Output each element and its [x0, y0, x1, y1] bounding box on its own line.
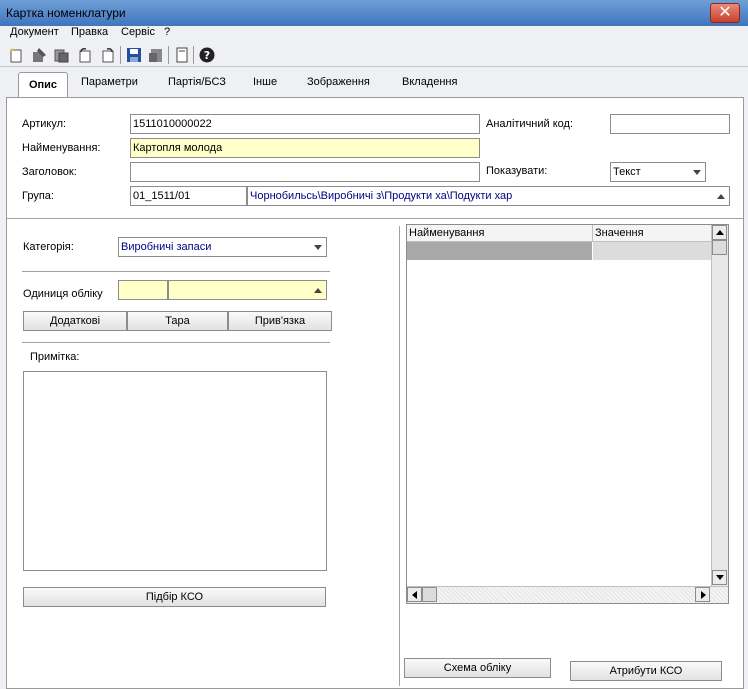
scroll-thumb[interactable] [712, 240, 727, 255]
article-input[interactable]: 1511010000022 [130, 114, 480, 134]
panel-divider [399, 226, 400, 686]
undo-icon[interactable] [75, 45, 95, 65]
chevron-up-icon[interactable] [717, 194, 725, 199]
analytic-code-input[interactable] [610, 114, 730, 134]
edit-icon[interactable] [29, 45, 49, 65]
tab-description[interactable]: Опис [18, 72, 68, 98]
chevron-down-icon[interactable] [693, 170, 701, 175]
note-textarea[interactable] [23, 371, 327, 571]
chevron-down-icon[interactable] [314, 245, 322, 250]
scroll-left-button[interactable] [407, 587, 422, 602]
scroll-right-button[interactable] [695, 587, 710, 602]
note-label: Примітка: [30, 351, 80, 363]
group-label: Група: [22, 190, 54, 202]
copy-icon[interactable] [52, 45, 72, 65]
table-row[interactable] [407, 242, 711, 260]
table-cell[interactable] [593, 242, 711, 260]
category-select[interactable]: Виробничі запаси [118, 237, 327, 257]
divider [22, 342, 330, 343]
menu-document[interactable]: Документ [10, 26, 59, 38]
analytic-code-label: Аналітичний код: [486, 118, 574, 130]
binding-button[interactable]: Прив'язка [228, 311, 332, 331]
divider [22, 271, 330, 272]
arrow-left-icon [412, 591, 417, 599]
menu-help[interactable]: ? [164, 26, 170, 38]
horizontal-scrollbar[interactable] [407, 586, 728, 603]
tab-bar: Опис Параметри Партія/БСЗ Інше Зображенн… [0, 70, 748, 98]
scroll-up-button[interactable] [712, 225, 727, 240]
grid-header: Найменування Значення [407, 225, 711, 242]
article-label: Артикул: [22, 118, 67, 130]
menu-edit[interactable]: Правка [71, 26, 108, 38]
title-bar: Картка номенклатури ✕ [0, 0, 748, 26]
toolbar-separator [168, 46, 169, 64]
column-header-value[interactable]: Значення [595, 227, 644, 239]
name-label: Найменування: [22, 142, 101, 154]
category-label: Категорія: [23, 241, 74, 253]
svg-text:?: ? [204, 49, 210, 62]
show-select[interactable]: Текст [610, 162, 706, 182]
scroll-down-button[interactable] [712, 570, 727, 585]
unit-label: Одиниця обліку [23, 288, 103, 300]
hscroll-thumb[interactable] [422, 587, 437, 602]
vertical-scrollbar[interactable] [711, 225, 728, 587]
toolbar-separator [120, 46, 121, 64]
menu-service[interactable]: Сервіс [121, 26, 155, 38]
group-path-field[interactable]: Чорнобильсь\Виробничі з\Продукти ха\Поду… [247, 186, 730, 206]
menu-bar: Документ Правка Сервіс ? [0, 26, 748, 42]
tab-other[interactable]: Інше [253, 76, 277, 88]
redo-icon[interactable] [98, 45, 118, 65]
window-title: Картка номенклатури [6, 6, 126, 20]
table-cell-selected[interactable] [407, 242, 592, 260]
show-label: Показувати: [486, 165, 548, 177]
tara-button[interactable]: Тара [127, 311, 228, 331]
show-select-value: Текст [613, 166, 641, 178]
group-path-text: Чорнобильсь\Виробничі з\Продукти ха\Поду… [250, 190, 513, 202]
accounting-scheme-button[interactable]: Схема обліку [404, 658, 551, 678]
toolbar-separator [193, 46, 194, 64]
arrow-up-icon [716, 230, 724, 235]
name-input[interactable]: Картопля молода [130, 138, 480, 158]
arrow-down-icon [716, 575, 724, 580]
column-header-name[interactable]: Найменування [409, 227, 484, 239]
close-icon: ✕ [718, 4, 732, 21]
tab-images[interactable]: Зображення [307, 76, 370, 88]
save-icon[interactable] [124, 45, 144, 65]
arrow-right-icon [701, 591, 706, 599]
toolbar: ? [0, 43, 748, 67]
category-select-value: Виробничі запаси [121, 241, 212, 253]
unit-name-field[interactable] [168, 280, 327, 300]
new-doc-icon[interactable] [6, 45, 26, 65]
kso-selection-button[interactable]: Підбір КСО [23, 587, 326, 607]
tab-batch[interactable]: Партія/БСЗ [168, 76, 226, 88]
tab-attachments[interactable]: Вкладення [402, 76, 457, 88]
chevron-up-icon[interactable] [314, 288, 322, 293]
section-divider [7, 218, 743, 219]
extra-button[interactable]: Додаткові [23, 311, 127, 331]
delete-icon[interactable] [146, 45, 166, 65]
kso-attributes-button[interactable]: Атрибути КСО [570, 661, 722, 681]
tab-parameters[interactable]: Параметри [81, 76, 138, 88]
attributes-grid[interactable]: Найменування Значення [406, 224, 729, 604]
unit-code-input[interactable] [118, 280, 168, 300]
column-separator [592, 225, 593, 242]
page-icon[interactable] [172, 45, 192, 65]
group-code-input[interactable]: 01_1511/01 [130, 186, 247, 206]
close-button[interactable]: ✕ [710, 3, 740, 23]
header-input[interactable] [130, 162, 480, 182]
help-icon[interactable]: ? [197, 45, 217, 65]
header-label: Заголовок: [22, 166, 77, 178]
